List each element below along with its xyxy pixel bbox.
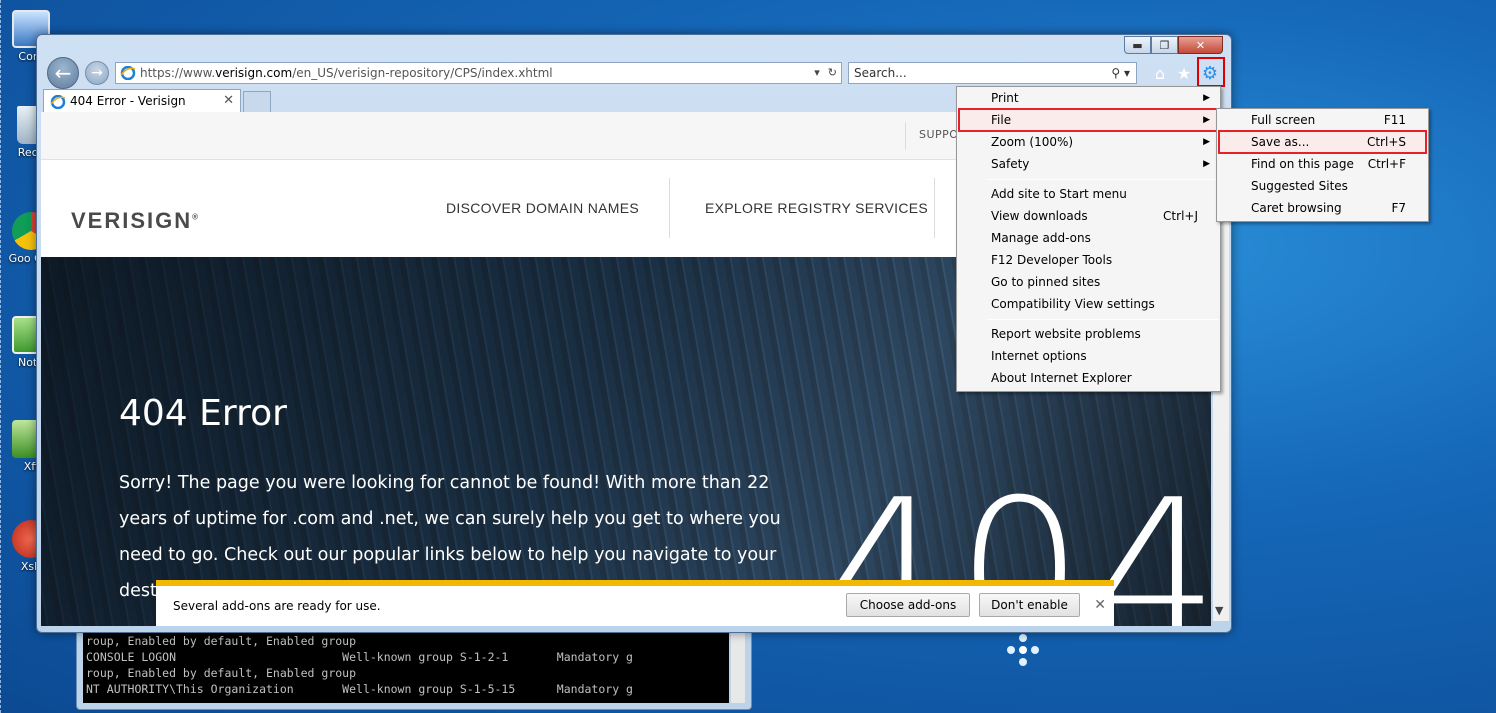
desktop-selection-edge	[0, 0, 2, 713]
menu-item-about-ie[interactable]: About Internet Explorer	[959, 367, 1218, 389]
menu-item-internet-options[interactable]: Internet options	[959, 345, 1218, 367]
submenu-arrow-icon: ▶	[1203, 159, 1210, 169]
menu-item-manage-addons[interactable]: Manage add-ons	[959, 227, 1218, 249]
tab-title: 404 Error - Verisign	[70, 94, 186, 108]
tab-close-icon[interactable]: ✕	[223, 93, 234, 108]
menu-item-label: View downloads	[991, 209, 1088, 223]
menu-item-suggested-sites[interactable]: Suggested Sites	[1219, 175, 1426, 197]
logo-text: VERISIGN	[71, 208, 193, 233]
menu-item-label: Suggested Sites	[1251, 179, 1348, 193]
divider	[934, 178, 935, 238]
menu-item-label: Full screen	[1251, 113, 1316, 127]
submenu-arrow-icon: ▶	[1203, 93, 1210, 103]
tab-active[interactable]: 404 Error - Verisign ✕	[43, 89, 241, 113]
menu-item-report-problems[interactable]: Report website problems	[959, 323, 1218, 345]
back-button[interactable]: ←	[47, 57, 79, 89]
minimize-button[interactable]: ▬	[1124, 36, 1151, 54]
menu-item-label: File	[991, 113, 1012, 127]
new-tab-button[interactable]	[243, 91, 271, 113]
file-submenu: Full screen F11 Save as... Ctrl+S Find on …	[1216, 108, 1429, 222]
menu-item-pinned-sites[interactable]: Go to pinned sites	[959, 271, 1218, 293]
menu-item-label: Zoom (100%)	[991, 135, 1074, 149]
menu-shortcut: Ctrl+F	[1367, 157, 1406, 171]
menu-item-label: Add site to Start menu	[991, 187, 1127, 201]
menu-item-print[interactable]: Print ▶	[959, 87, 1218, 109]
address-dropdown-icon[interactable]: ▾	[814, 63, 820, 83]
menu-item-label: Internet options	[991, 349, 1087, 363]
home-icon[interactable]: ⌂	[1149, 62, 1171, 84]
menu-item-compat-view[interactable]: Compatibility View settings	[959, 293, 1218, 315]
menu-item-label: Find on this page	[1251, 157, 1354, 171]
submenu-arrow-icon: ▶	[1203, 137, 1210, 147]
address-prefix: https://www.	[140, 66, 216, 80]
ie-icon	[120, 66, 136, 80]
windows-logo-icon	[1005, 632, 1041, 668]
choose-addons-button[interactable]: Choose add-ons	[846, 593, 970, 617]
close-button[interactable]: ✕	[1178, 36, 1223, 54]
error-title: 404 Error	[119, 393, 287, 434]
menu-item-add-site-to-start[interactable]: Add site to Start menu	[959, 183, 1218, 205]
console-output: roup, Enabled by default, Enabled group C…	[83, 633, 729, 703]
address-path: /en_US/verisign-repository/CPS/index.xht…	[292, 66, 553, 80]
menu-item-label: Print	[991, 91, 1019, 105]
menu-item-zoom[interactable]: Zoom (100%) ▶	[959, 131, 1218, 153]
verisign-logo[interactable]: VERISIGN®	[71, 208, 200, 234]
ie-icon	[50, 95, 66, 109]
address-bar[interactable]: https://www.verisign.com/en_US/verisign-…	[115, 62, 842, 84]
menu-separator	[987, 179, 1218, 180]
menu-item-label: About Internet Explorer	[991, 371, 1132, 385]
caption-buttons: ▬ ❐ ✕	[1124, 36, 1223, 54]
notification-close-icon[interactable]: ✕	[1094, 597, 1106, 613]
menu-item-safety[interactable]: Safety ▶	[959, 153, 1218, 175]
divider	[669, 178, 670, 238]
menu-shortcut: Ctrl+S	[1366, 135, 1406, 149]
console-scrollbar[interactable]	[731, 633, 745, 703]
menu-item-f12-dev-tools[interactable]: F12 Developer Tools	[959, 249, 1218, 271]
menu-item-label: Caret browsing	[1251, 201, 1342, 215]
nav-explore-registry-services[interactable]: EXPLORE REGISTRY SERVICES	[705, 200, 928, 216]
menu-item-label: Safety	[991, 157, 1030, 171]
console-line: CONSOLE LOGON Well-known group S-1-2-1 M…	[86, 650, 633, 664]
scroll-down-icon[interactable]: ▼	[1215, 604, 1223, 617]
addons-notification-bar: Several add-ons are ready for use. Choos…	[156, 580, 1114, 626]
menu-item-label: Go to pinned sites	[991, 275, 1101, 289]
menu-item-find-on-page[interactable]: Find on this page Ctrl+F	[1219, 153, 1426, 175]
dont-enable-button[interactable]: Don't enable	[979, 593, 1080, 617]
search-input[interactable]: Search...	[854, 66, 907, 80]
tools-menu: Print ▶ File ▶ Zoom (100%) ▶ Safety ▶ Add si…	[956, 86, 1221, 392]
divider	[905, 122, 906, 150]
console-line: roup, Enabled by default, Enabled group	[86, 634, 357, 648]
menu-item-label: F12 Developer Tools	[991, 253, 1113, 267]
menu-item-full-screen[interactable]: Full screen F11	[1219, 109, 1426, 131]
menu-item-label: Compatibility View settings	[991, 297, 1155, 311]
menu-item-label: Save as...	[1251, 135, 1310, 149]
forward-button[interactable]: →	[85, 61, 109, 85]
menu-item-label: Report website problems	[991, 327, 1141, 341]
search-icon[interactable]: ⚲ ▾	[1111, 63, 1130, 83]
star-icon[interactable]: ★	[1173, 62, 1195, 84]
search-box[interactable]: Search... ⚲ ▾	[848, 62, 1137, 84]
menu-item-save-as[interactable]: Save as... Ctrl+S	[1218, 130, 1427, 154]
menu-item-view-downloads[interactable]: View downloads Ctrl+J	[959, 205, 1218, 227]
menu-item-label: Manage add-ons	[991, 231, 1091, 245]
address-domain: verisign.com	[215, 66, 293, 80]
maximize-button[interactable]: ❐	[1151, 36, 1178, 54]
nav-discover-domain-names[interactable]: DISCOVER DOMAIN NAMES	[446, 200, 639, 216]
tools-highlight-box	[1197, 57, 1225, 87]
console-window[interactable]: roup, Enabled by default, Enabled group C…	[76, 620, 752, 710]
notification-text: Several add-ons are ready for use.	[173, 599, 381, 613]
menu-shortcut: Ctrl+J	[1163, 209, 1198, 223]
menu-shortcut: F11	[1383, 113, 1406, 127]
console-line: NT AUTHORITY\This Organization Well-know…	[86, 682, 633, 696]
submenu-arrow-icon: ▶	[1203, 115, 1210, 125]
menu-separator	[987, 319, 1218, 320]
logo-mark: ®	[192, 212, 201, 222]
refresh-icon[interactable]: ↻	[828, 63, 837, 83]
menu-shortcut: F7	[1391, 201, 1406, 215]
menu-item-file[interactable]: File ▶	[958, 108, 1219, 132]
menu-item-caret-browsing[interactable]: Caret browsing F7	[1219, 197, 1426, 219]
console-line: roup, Enabled by default, Enabled group	[86, 666, 357, 680]
